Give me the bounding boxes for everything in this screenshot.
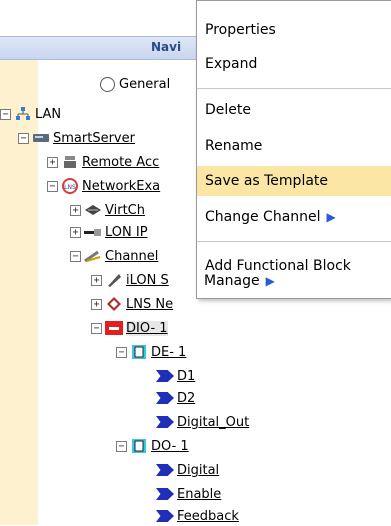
datapoint-input-icon	[156, 464, 174, 476]
virtual-channel-icon	[84, 202, 102, 218]
collapse-icon[interactable]: −	[70, 250, 81, 262]
menu-separator	[197, 88, 391, 89]
tree-node-feedback[interactable]: Feedback	[156, 506, 239, 526]
tree-node-digital-out[interactable]: Digital_Out	[156, 412, 249, 432]
tree-label[interactable]: DO- 1	[151, 439, 189, 454]
lns-network-icon: LNS	[61, 178, 79, 194]
tree-label[interactable]: Remote Acc	[82, 155, 159, 170]
tree-label[interactable]: D2	[177, 391, 195, 406]
tree-label: LAN	[35, 106, 62, 122]
navigator-header: Navi	[0, 36, 200, 60]
tree-label[interactable]: DE- 1	[151, 345, 186, 360]
menu-item-save-as-template[interactable]: Save as Template	[205, 170, 328, 192]
menu-item-rename[interactable]: Rename	[205, 135, 262, 157]
menu-item-delete[interactable]: Delete	[205, 99, 251, 121]
tree-label[interactable]: NetworkExa	[82, 179, 160, 194]
tree-node-de1[interactable]: − DE- 1	[116, 342, 186, 362]
tree-node-dio[interactable]: − DIO- 1	[91, 318, 168, 338]
lns-device-icon	[105, 296, 123, 312]
tree-label[interactable]: LON IP	[105, 225, 148, 240]
channel-icon	[84, 248, 102, 264]
tree-node-lan[interactable]: − LAN	[0, 104, 61, 124]
submenu-arrow-icon: ▶	[265, 274, 275, 288]
collapse-icon[interactable]: −	[0, 108, 11, 120]
tree-label[interactable]: iLON S	[126, 273, 169, 288]
menu-item-label: Manage	[204, 273, 260, 289]
tree-node-lonip[interactable]: + LON IP	[70, 222, 148, 242]
menu-item-label: Change Channel	[205, 209, 321, 225]
datapoint-output-icon	[156, 510, 174, 522]
tree-label[interactable]: LNS Ne	[126, 297, 173, 312]
tree-node-enable[interactable]: Enable	[156, 484, 221, 504]
tree-label[interactable]: Digital	[177, 463, 219, 478]
menu-item-expand[interactable]: Expand	[205, 53, 257, 75]
network-icon	[14, 106, 32, 122]
server-icon	[32, 130, 50, 146]
collapse-icon[interactable]: −	[91, 322, 102, 334]
view-option-label: General	[119, 77, 171, 92]
svg-text:LNS: LNS	[64, 184, 76, 191]
collapse-icon[interactable]: −	[116, 440, 127, 452]
context-menu: Properties Expand Delete Rename Save as …	[196, 0, 391, 299]
expand-icon[interactable]: +	[70, 204, 81, 216]
datapoint-input-icon	[156, 370, 174, 382]
tree-label[interactable]: D1	[177, 369, 195, 384]
tree-node-d2[interactable]: D2	[156, 388, 195, 408]
tree-node-ilon[interactable]: + iLON S	[91, 270, 169, 290]
cable-icon	[84, 224, 102, 240]
expand-icon[interactable]: +	[70, 226, 81, 238]
tree-node-digital[interactable]: Digital	[156, 460, 219, 480]
tree-label[interactable]: Digital_Out	[177, 415, 249, 430]
tree-label[interactable]: SmartServer	[53, 131, 135, 146]
tree-node-lns[interactable]: + LNS Ne	[91, 294, 173, 314]
datapoint-output-icon	[156, 416, 174, 428]
navigator-title: Navi	[151, 40, 182, 54]
remote-icon	[61, 154, 79, 170]
datapoint-input-icon	[156, 392, 174, 404]
tree-node-network[interactable]: − LNS NetworkExa	[47, 176, 160, 196]
tree-node-do1[interactable]: − DO- 1	[116, 436, 189, 456]
tree-label[interactable]: DIO- 1	[126, 320, 168, 336]
view-option-general[interactable]: General	[100, 77, 170, 92]
functional-block-icon	[130, 438, 148, 454]
expand-icon[interactable]: +	[47, 156, 58, 168]
tree-label[interactable]: Enable	[177, 487, 221, 502]
menu-separator	[197, 241, 391, 242]
tree-node-channel[interactable]: − Channel	[70, 246, 158, 266]
expand-icon[interactable]: +	[91, 298, 102, 310]
expand-icon[interactable]: +	[91, 274, 102, 286]
menu-item-manage[interactable]: Manage ▶	[204, 270, 275, 292]
tree-node-d1[interactable]: D1	[156, 366, 195, 386]
menu-item-properties[interactable]: Properties	[205, 19, 276, 41]
tree-node-smartserver[interactable]: − SmartServer	[18, 128, 135, 148]
collapse-icon[interactable]: −	[116, 346, 127, 358]
tree-node-remote[interactable]: + Remote Acc	[47, 152, 159, 172]
menu-item-change-channel[interactable]: Change Channel ▶	[205, 206, 336, 228]
tree-node-virtch[interactable]: + VirtCh	[70, 200, 145, 220]
radio-icon[interactable]	[100, 77, 115, 92]
ilon-device-icon	[105, 272, 123, 288]
tree-label[interactable]: Channel	[105, 249, 158, 264]
functional-block-icon	[130, 344, 148, 360]
tree-label[interactable]: Feedback	[177, 509, 239, 524]
device-io-icon	[105, 320, 123, 336]
tree-label[interactable]: VirtCh	[105, 203, 145, 218]
collapse-icon[interactable]: −	[18, 132, 29, 144]
submenu-arrow-icon: ▶	[326, 210, 336, 224]
collapse-icon[interactable]: −	[47, 180, 58, 192]
datapoint-input-icon	[156, 488, 174, 500]
